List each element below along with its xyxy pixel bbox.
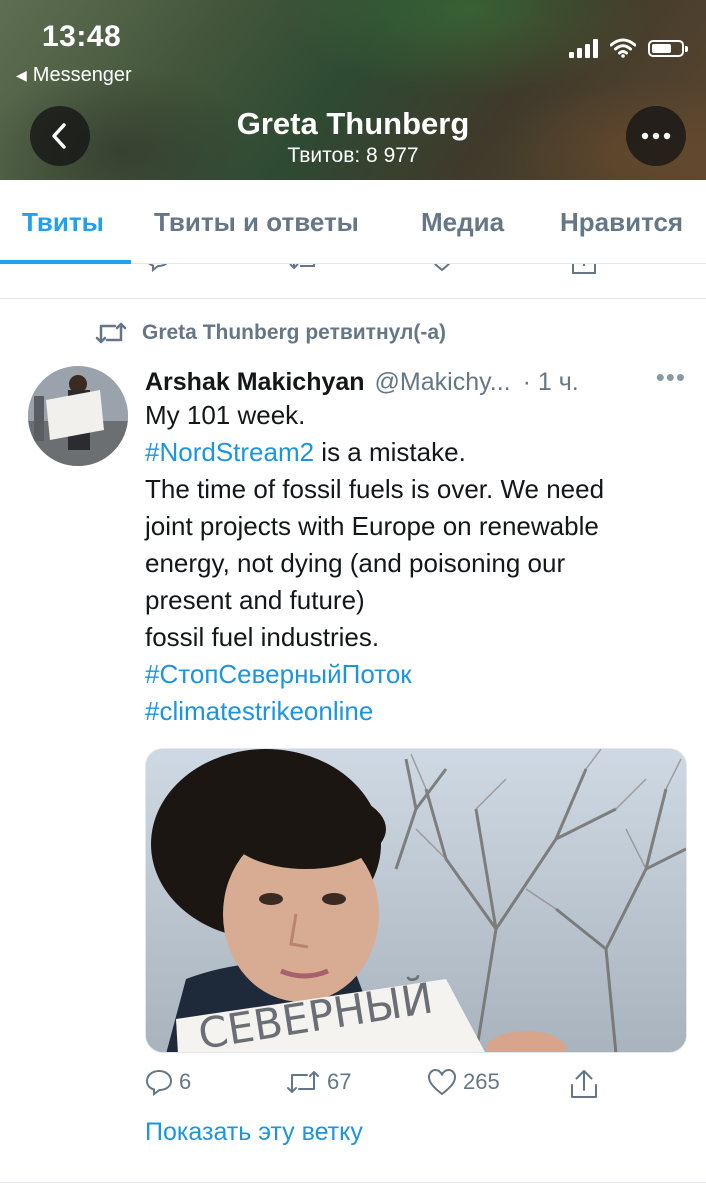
profile-tabs: Твиты Твиты и ответы Медиа Нравится <box>0 180 706 264</box>
wifi-icon <box>610 38 636 58</box>
show-thread-link[interactable]: Показать эту ветку <box>145 1118 363 1147</box>
avatar[interactable] <box>28 366 128 466</box>
profile-header: 13:48 ◀ Messenger Greta Thunberg Твитов:… <box>0 0 706 180</box>
status-icons <box>569 38 688 58</box>
more-horizontal-icon <box>641 132 671 140</box>
heart-icon[interactable] <box>428 264 456 278</box>
retweet-button[interactable]: 67 <box>285 1068 351 1096</box>
tweet-line: The time of fossil fuels is over. We nee… <box>145 474 605 504</box>
tweet-line: energy, not dying (and poisoning our <box>145 548 566 578</box>
retweet-count: 67 <box>327 1069 352 1094</box>
tweet-divider <box>0 1182 706 1183</box>
previous-tweet-actions: 5 40 307 <box>0 264 706 300</box>
tweet-line: fossil fuel industries. <box>145 622 380 652</box>
profile-name: Greta Thunberg <box>236 106 470 141</box>
tweet-photo: СЕВЕРНЫЙ <box>146 749 686 1052</box>
share-icon <box>571 1070 597 1098</box>
tab-media[interactable]: Медиа <box>421 180 504 264</box>
reply-icon <box>145 1069 173 1096</box>
reply-icon[interactable] <box>145 264 171 278</box>
tweet-line: My 101 week. <box>145 400 306 430</box>
status-time: 13:48 <box>42 20 122 53</box>
tweet-text: My 101 week. #NordStream2 is a mistake. … <box>145 397 685 730</box>
cellular-signal-icon <box>569 38 598 58</box>
previous-reply-count: 5 <box>181 264 192 269</box>
tweet-line: #NordStream2 is a mistake. <box>145 434 685 471</box>
tab-tweets[interactable]: Твиты <box>22 180 104 264</box>
tweet-line: present and future) <box>145 585 365 615</box>
retweeted-by-line[interactable]: Greta Thunberg ретвитнул(-а) <box>94 320 446 346</box>
reply-count: 6 <box>179 1069 192 1094</box>
back-to-messenger[interactable]: ◀ Messenger <box>16 64 132 87</box>
tab-tweets-and-replies[interactable]: Твиты и ответы <box>154 180 359 264</box>
back-app-label: Messenger <box>32 64 132 86</box>
tweet-line: joint projects with Europe on renewable <box>145 511 599 541</box>
tweet-time[interactable]: · 1 ч. <box>523 368 579 397</box>
hashtag-link[interactable]: #СтопСеверныйПоток <box>145 656 685 693</box>
tweet-more-icon[interactable]: ••• <box>656 362 686 393</box>
battery-icon <box>648 39 688 57</box>
tweet-header: Arshak Makichyan @Makichy... · 1 ч. ••• <box>145 362 686 402</box>
avatar-photo <box>28 366 128 466</box>
tweet-image[interactable]: СЕВЕРНЫЙ <box>145 748 687 1053</box>
author-name[interactable]: Arshak Makichyan <box>145 368 365 397</box>
heart-icon <box>427 1068 457 1096</box>
like-button[interactable]: 265 <box>427 1068 500 1096</box>
retweeted-by-text: Greta Thunberg ретвитнул(-а) <box>142 321 447 344</box>
hashtag-link[interactable]: #climatestrikeonline <box>145 693 685 730</box>
reply-button[interactable]: 6 <box>145 1068 191 1096</box>
tweet-actions: 6 67 265 <box>145 1068 605 1104</box>
retweet-icon <box>287 1071 319 1093</box>
tweet-count: Твитов: 8 977 <box>287 144 419 167</box>
retweet-icon <box>95 322 127 344</box>
share-button[interactable] <box>569 1068 599 1100</box>
tab-likes[interactable]: Нравится <box>560 180 683 264</box>
author-handle[interactable]: @Makichy... <box>375 368 511 397</box>
hashtag-link[interactable]: #NordStream2 <box>145 437 314 467</box>
previous-retweet-count: 40 <box>327 264 349 269</box>
tweet-line-text: is a mistake. <box>314 437 466 467</box>
retweet-icon[interactable] <box>288 264 320 278</box>
previous-like-count: 307 <box>464 264 497 269</box>
share-icon[interactable] <box>570 264 598 282</box>
tweet-divider <box>0 298 706 299</box>
more-button[interactable] <box>626 106 686 166</box>
like-count: 265 <box>463 1069 500 1094</box>
triangle-left-icon: ◀ <box>16 67 27 83</box>
